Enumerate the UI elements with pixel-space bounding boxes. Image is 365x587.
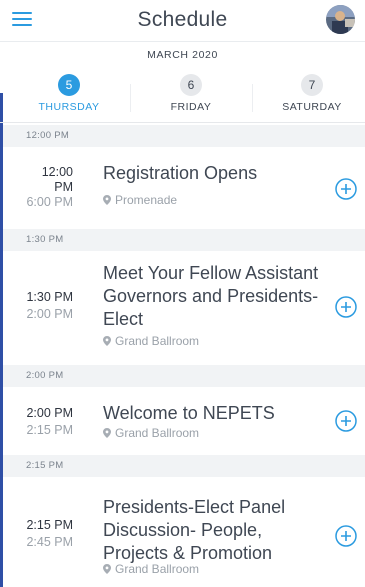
day-number: 6 (180, 74, 202, 96)
add-to-schedule-icon[interactable] (335, 410, 357, 432)
time-slot-header: 2:00 PM (3, 365, 365, 387)
session-end-time: 6:00 PM (26, 195, 73, 209)
location-pin-icon (103, 195, 111, 205)
page-title: Schedule (137, 8, 228, 31)
session-row[interactable]: 2:15 PM 2:45 PM Presidents-Elect Panel D… (3, 478, 365, 587)
session-location: Grand Ballroom (103, 562, 199, 576)
add-to-schedule-icon[interactable] (335, 296, 357, 318)
add-to-schedule-icon[interactable] (335, 178, 357, 200)
session-start-time: 12:00 PM (41, 165, 73, 194)
month-label: MARCH 2020 (147, 49, 218, 61)
session-end-time: 2:45 PM (26, 535, 73, 549)
session-row[interactable]: 2:00 PM 2:15 PM Welcome to NEPETS Grand … (3, 388, 365, 454)
tab-thursday[interactable]: 5 THURSDAY (14, 74, 124, 122)
tab-saturday[interactable]: 7 SATURDAY (257, 74, 365, 122)
day-tabs: 5 THURSDAY 6 FRIDAY 7 SATURDAY (0, 74, 365, 124)
day-name: THURSDAY (38, 101, 100, 113)
location-pin-icon (103, 336, 111, 346)
time-slot-header: 12:00 PM (3, 125, 365, 147)
session-end-time: 2:15 PM (26, 423, 73, 437)
tab-friday[interactable]: 6 FRIDAY (136, 74, 246, 122)
session-location-text: Grand Ballroom (115, 334, 200, 348)
user-avatar[interactable] (326, 5, 355, 34)
session-start-time: 1:30 PM (26, 290, 73, 304)
day-name: FRIDAY (170, 101, 212, 113)
time-slot-header: 2:15 PM (3, 455, 365, 477)
tab-separator (252, 84, 253, 112)
day-number: 5 (58, 74, 80, 96)
top-bar: Schedule (0, 0, 365, 42)
session-row[interactable]: 12:00 PM 6:00 PM Registration Opens Prom… (3, 148, 365, 228)
session-row[interactable]: 1:30 PM 2:00 PM Meet Your Fellow Assista… (3, 252, 365, 364)
day-name: SATURDAY (282, 101, 342, 113)
header-divider (0, 41, 365, 42)
add-to-schedule-icon[interactable] (335, 525, 357, 547)
session-start-time: 2:15 PM (26, 518, 73, 532)
session-location: Grand Ballroom (103, 426, 199, 440)
location-pin-icon (103, 564, 111, 574)
day-number: 7 (301, 74, 323, 96)
session-title: Registration Opens (103, 163, 258, 183)
session-location: Grand Ballroom (103, 334, 199, 348)
session-start-time: 2:00 PM (26, 406, 73, 420)
session-location-text: Grand Ballroom (115, 562, 200, 576)
tabs-divider (0, 122, 365, 123)
tab-separator (130, 84, 131, 112)
session-location: Promenade (103, 193, 177, 207)
location-pin-icon (103, 428, 111, 438)
session-location-text: Promenade (115, 193, 178, 207)
session-title: Welcome to NEPETS (103, 403, 275, 423)
session-title: Meet Your Fellow Assistant Governors and… (103, 263, 319, 329)
time-slot-header: 1:30 PM (3, 229, 365, 251)
session-title: Presidents-Elect Panel Discussion- Peopl… (103, 497, 286, 563)
session-location-text: Grand Ballroom (115, 426, 200, 440)
session-end-time: 2:00 PM (26, 307, 73, 321)
